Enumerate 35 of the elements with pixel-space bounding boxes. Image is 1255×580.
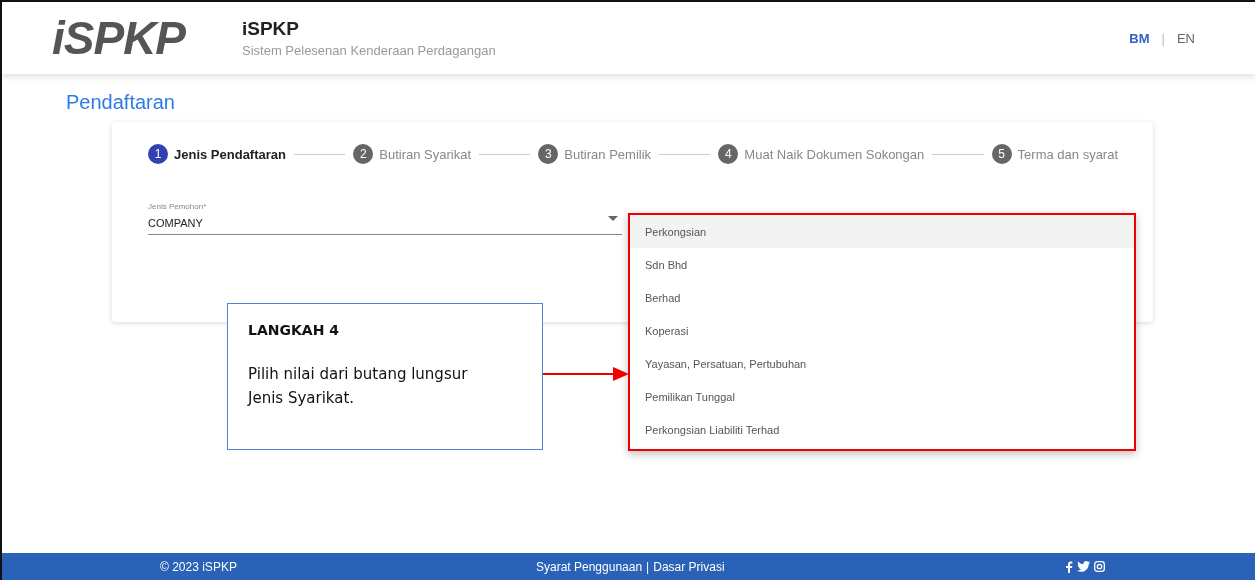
twitter-icon[interactable] (1077, 560, 1090, 572)
step-number[interactable]: 3 (538, 144, 559, 164)
dropdown-caret-icon (608, 216, 618, 221)
callout-title: LANGKAH 4 (248, 322, 340, 338)
footer-link[interactable]: Dasar Privasi (653, 559, 725, 574)
language-link[interactable]: EN (1176, 30, 1195, 46)
dropdown-option[interactable]: Pemilikan Tunggal (630, 380, 1134, 413)
dropdown-option[interactable]: Yayasan, Persatuan, Pertubuhan (630, 347, 1134, 380)
footer-link[interactable]: Syarat Penggunaan (536, 559, 643, 574)
step-number[interactable]: 2 (353, 144, 374, 164)
dropdown-option[interactable]: Perkongsian Liabiliti Terhad (630, 413, 1134, 446)
select-field[interactable]: Jenis Pemohon* COMPANY (148, 202, 622, 235)
step-label[interactable]: Terma dan syarat (1017, 146, 1119, 162)
link-separator: | (646, 559, 650, 574)
language-separator: | (1161, 30, 1165, 46)
app-name: iSPKP (242, 18, 301, 40)
dropdown-option[interactable]: Sdn Bhd (630, 248, 1134, 281)
instagram-icon[interactable] (1094, 560, 1105, 572)
step-number[interactable]: 4 (718, 144, 739, 164)
step-label[interactable]: Butiran Pemilik (564, 146, 652, 162)
facebook-icon[interactable] (1065, 560, 1073, 573)
app-subtitle: Sistem Pelesenan Kenderaan Perdagangan (242, 43, 496, 58)
page-title: Pendaftaran (66, 91, 175, 113)
step-label[interactable]: Jenis Pendaftaran (174, 146, 286, 162)
language-link[interactable]: BM (1129, 30, 1150, 46)
logo: iSPKP (52, 11, 187, 65)
callout-text: Pilih nilai dari butang lungsur Jenis Syarikat. (248, 364, 469, 409)
step-number[interactable]: 1 (148, 144, 168, 164)
step-label[interactable]: Butiran Syarikat (379, 146, 472, 162)
dropdown-option[interactable]: Perkongsian (630, 215, 1134, 248)
step-number[interactable]: 5 (991, 144, 1012, 164)
dropdown-option[interactable]: Berhad (630, 281, 1134, 314)
step-label[interactable]: Muat Naik Dokumen Sokongan (744, 146, 925, 162)
dropdown-option[interactable]: Koperasi (630, 314, 1134, 347)
copyright-text: © 2023 iSPKP (160, 559, 238, 574)
